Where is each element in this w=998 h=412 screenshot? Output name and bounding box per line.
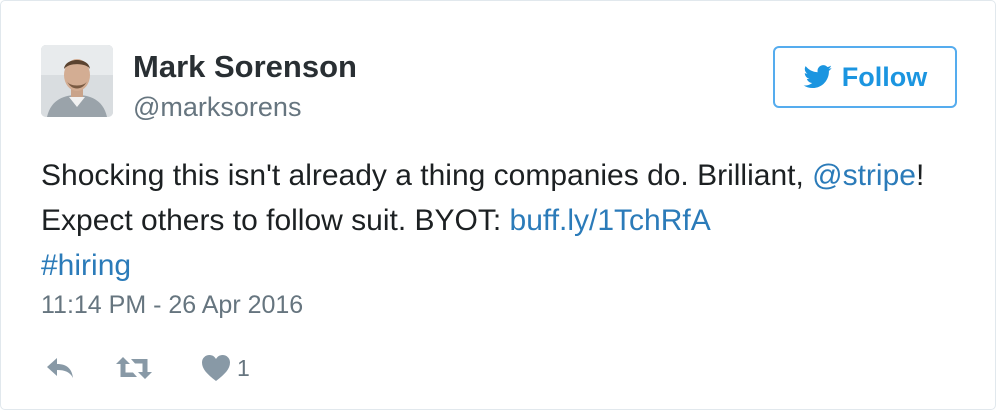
author-handle[interactable]: @marksorens [133,92,301,123]
retweet-icon [116,357,152,379]
reply-button[interactable] [45,351,75,385]
avatar[interactable] [41,45,113,117]
avatar-photo [41,45,113,117]
reply-icon [47,358,73,378]
heart-icon [202,355,230,381]
follow-button-label: Follow [841,61,928,92]
short-url-link[interactable]: buff.ly/1TchRfA [510,204,711,237]
author-display-name[interactable]: Mark Sorenson [133,49,357,85]
hashtag-link[interactable]: #hiring [41,249,131,282]
follow-button[interactable]: Follow [773,46,957,108]
timestamp-link[interactable]: 11:14 PM - 26 Apr 2016 [41,291,303,320]
twitter-bird-icon [803,65,832,89]
like-button[interactable]: 1 [201,351,250,385]
tweet-text-part: Shocking this isn't already a thing comp… [41,159,813,192]
retweet-button[interactable] [115,351,153,385]
mention-link[interactable]: @stripe [812,159,916,192]
tweet-text: Shocking this isn't already a thing comp… [41,153,941,288]
tweet-card: Mark Sorenson @marksorens Follow Shockin… [0,0,996,410]
like-count: 1 [237,354,250,381]
